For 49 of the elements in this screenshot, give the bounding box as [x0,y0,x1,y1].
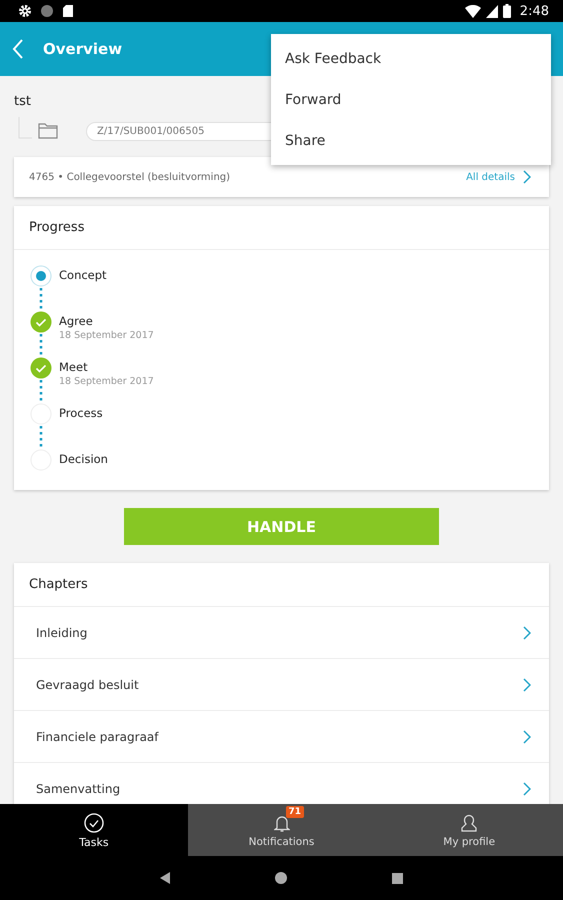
check-circle-icon [30,357,52,379]
empty-step-icon [30,403,52,425]
back-nav-icon[interactable] [160,872,170,884]
folder-icon [38,122,58,139]
circle-icon [40,4,54,18]
chevron-right-icon [523,170,531,184]
step-label: Process [59,406,103,420]
check-circle-icon [84,812,104,832]
case-type-text: 4765 • Collegevoorstel (besluitvorming) [29,172,232,182]
step-label: Concept [59,268,107,282]
signal-icon [486,4,498,18]
chevron-right-icon [523,626,531,640]
wifi-icon [464,4,481,18]
dotted-connector [39,287,43,311]
current-step-icon [30,265,52,287]
step-date: 18 September 2017 [59,376,154,387]
settings-icon [18,4,32,18]
page-title: Overview [43,40,122,58]
details-card[interactable]: 4765 • Collegevoorstel (besluitvorming) All details [14,157,549,197]
chevron-right-icon [523,782,531,796]
dotted-connector [39,333,43,357]
back-icon[interactable] [12,39,24,59]
step-label: Agree [59,314,94,328]
section-title: Chapters [29,577,88,592]
notification-badge: 71 [286,806,304,818]
nav-tab[interactable]: 71 Notifications [188,804,376,856]
step-date: 18 September 2017 [59,330,154,341]
step-label: Decision [59,452,108,466]
battery-icon [502,4,511,18]
person-icon [461,814,478,832]
chevron-right-icon [523,678,531,692]
clock-time: 2:48 [520,4,549,18]
nav-tab[interactable]: My profile [375,804,563,856]
nav-tab[interactable]: Tasks [0,804,188,856]
check-circle-icon [30,311,52,333]
dotted-connector [39,379,43,403]
menu-item[interactable]: Ask Feedback [271,38,551,79]
step-label: Meet [59,360,89,374]
section-title: Progress [29,220,84,235]
sd-card-icon [62,4,74,18]
dotted-connector [39,425,43,449]
recents-nav-icon[interactable] [392,872,403,884]
chapter-row[interactable]: Financiele paragraaf [14,711,549,763]
case-title: tst [14,94,31,109]
chapter-row[interactable]: Gevraagd besluit [14,659,549,711]
chapter-row[interactable]: Inleiding [14,607,549,659]
chevron-right-icon [523,730,531,744]
home-nav-icon[interactable] [275,872,287,884]
menu-item[interactable]: Forward [271,79,551,120]
